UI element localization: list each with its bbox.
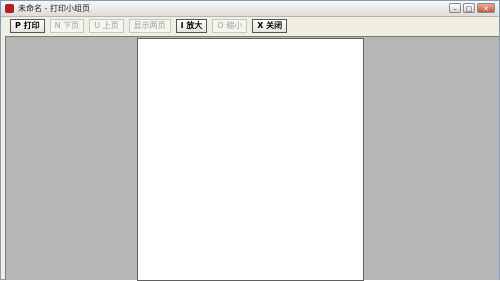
preview-page xyxy=(137,38,364,281)
toolbar: P 打印 N 下页 U 上页 显示两页 I 放大 O 缩小 X 关闭 xyxy=(1,17,499,35)
window-title: 未命名 - 打印小组页 xyxy=(18,4,90,13)
two-pages-button[interactable]: 显示两页 xyxy=(128,19,171,33)
print-button[interactable]: P 打印 xyxy=(10,19,45,33)
close-preview-button[interactable]: X 关闭 xyxy=(252,19,288,33)
next-page-button[interactable]: N 下页 xyxy=(49,19,85,33)
minimize-button[interactable]: – xyxy=(449,3,461,13)
close-button[interactable]: ✕ xyxy=(477,3,495,13)
app-icon xyxy=(5,4,14,13)
print-preview-window: 未命名 - 打印小组页 – □ ✕ P 打印 N 下页 U 上页 显示两页 I … xyxy=(0,0,500,281)
maximize-button[interactable]: □ xyxy=(463,3,475,13)
window-controls: – □ ✕ xyxy=(449,3,495,14)
previous-page-button[interactable]: U 上页 xyxy=(89,19,124,33)
preview-area[interactable] xyxy=(5,36,499,281)
title-bar[interactable]: 未命名 - 打印小组页 – □ ✕ xyxy=(1,1,499,17)
zoom-out-button[interactable]: O 缩小 xyxy=(212,19,248,33)
zoom-in-button[interactable]: I 放大 xyxy=(175,19,208,33)
